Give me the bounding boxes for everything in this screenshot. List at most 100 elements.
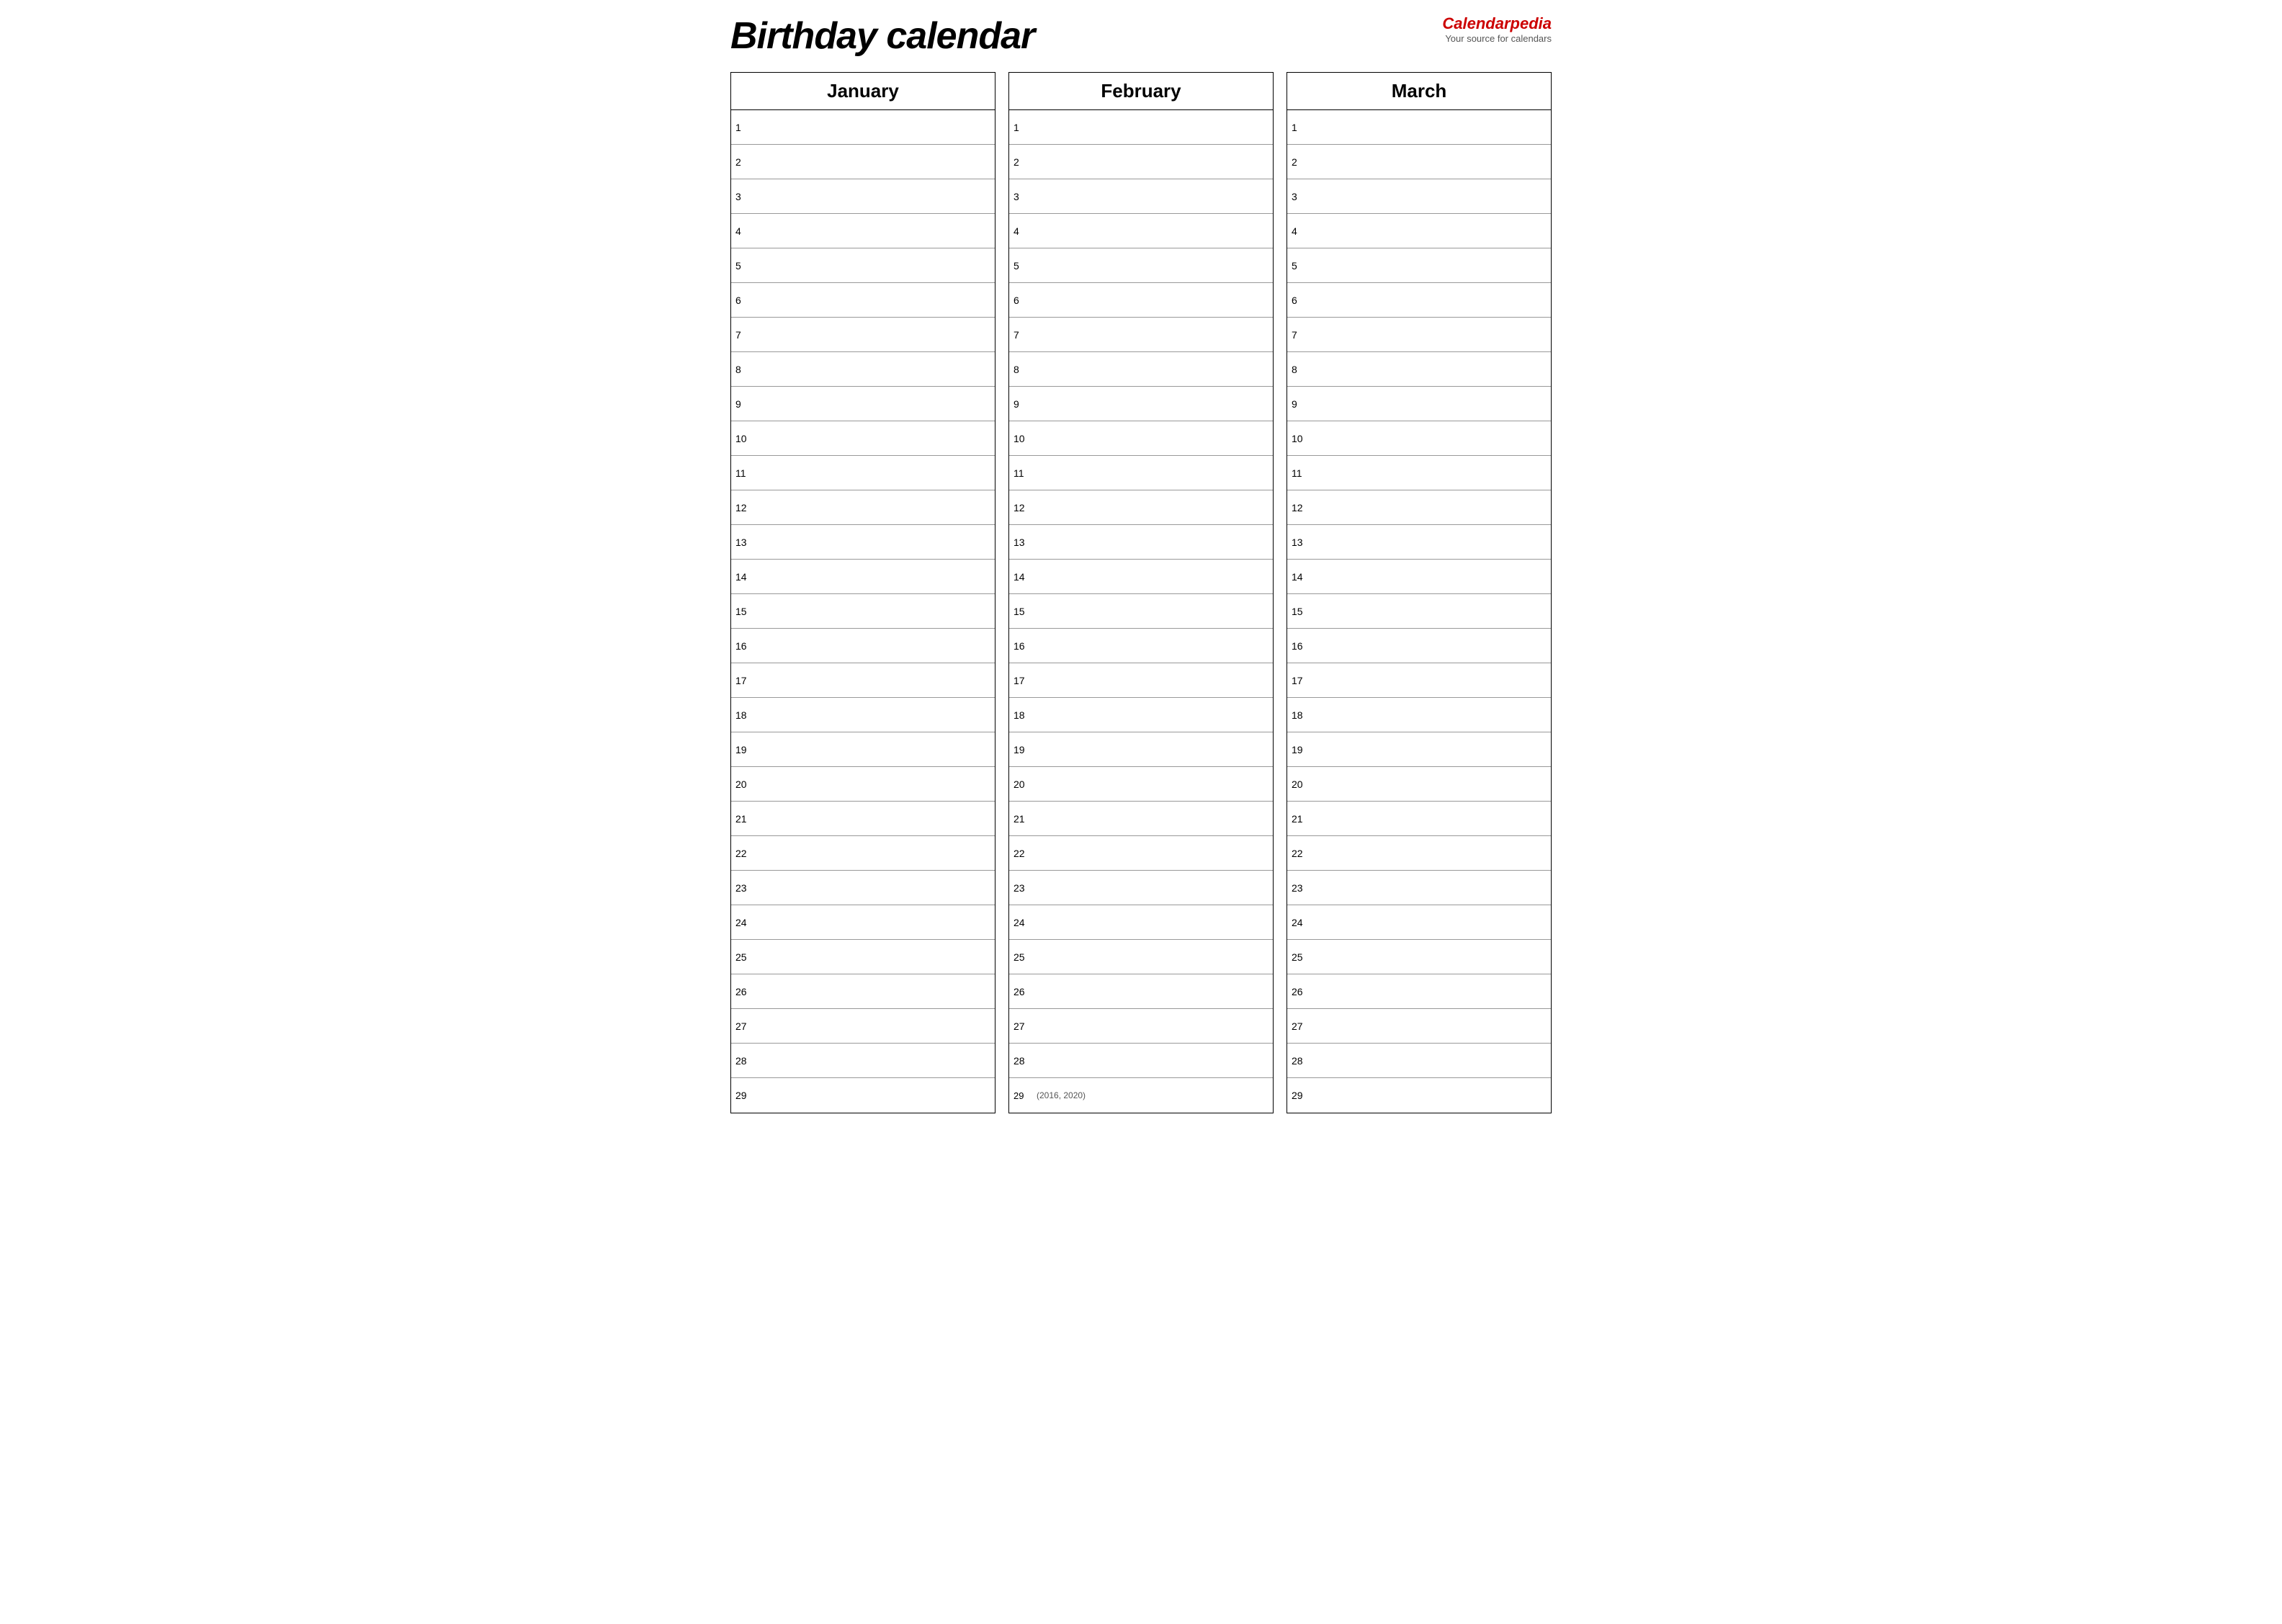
day-number: 15 [1292,606,1313,617]
month-label-february: February [1013,80,1269,102]
day-number: 15 [735,606,757,617]
day-row: 10 [731,421,995,456]
day-number: 18 [1292,709,1313,721]
day-number: 5 [1014,260,1035,272]
calendar-january: January123456789101112131415161718192021… [730,72,995,1113]
day-number: 1 [1014,122,1035,133]
day-number: 16 [735,640,757,652]
day-row: 7 [731,318,995,352]
day-number: 18 [735,709,757,721]
day-number: 28 [735,1055,757,1067]
day-row: 3 [731,179,995,214]
day-number: 28 [1014,1055,1035,1067]
brand-tagline: Your source for calendars [1442,33,1552,44]
day-row: 27 [1009,1009,1273,1044]
day-number: 23 [1014,882,1035,894]
day-number: 22 [1292,848,1313,859]
day-number: 9 [735,398,757,410]
day-row: 24 [1287,905,1551,940]
day-row: 26 [1009,974,1273,1009]
day-number: 1 [735,122,757,133]
day-row: 13 [731,525,995,560]
day-row: 6 [1009,283,1273,318]
day-number: 29 [1014,1090,1035,1101]
month-label-january: January [735,80,991,102]
day-number: 2 [735,156,757,168]
day-row: 16 [731,629,995,663]
day-row: 24 [1009,905,1273,940]
day-number: 10 [1014,433,1035,444]
day-row: 7 [1287,318,1551,352]
day-row: 28 [1009,1044,1273,1078]
day-number: 18 [1014,709,1035,721]
day-row: 11 [731,456,995,490]
brand-logo: Calendarpedia Your source for calendars [1442,14,1552,44]
day-number: 7 [1292,329,1313,341]
day-row: 16 [1287,629,1551,663]
calendar-february: February12345678910111213141516171819202… [1008,72,1274,1113]
day-number: 14 [1014,571,1035,583]
day-row: 4 [1287,214,1551,248]
day-row: 13 [1287,525,1551,560]
day-number: 29 [735,1090,757,1101]
day-number: 12 [735,502,757,513]
day-number: 11 [1292,467,1313,479]
day-number: 26 [1292,986,1313,997]
day-number: 16 [1014,640,1035,652]
day-row: 3 [1287,179,1551,214]
day-number: 22 [1014,848,1035,859]
day-number: 22 [735,848,757,859]
day-row: 9 [1287,387,1551,421]
day-number: 25 [735,951,757,963]
brand-name-part1: Calendar [1442,14,1510,32]
day-row: 12 [1009,490,1273,525]
day-row: 1 [731,110,995,145]
day-row: 1 [1287,110,1551,145]
day-row: 29 [1287,1078,1551,1113]
day-row: 6 [1287,283,1551,318]
day-number: 9 [1014,398,1035,410]
day-number: 9 [1292,398,1313,410]
day-number: 11 [1014,467,1035,479]
day-number: 27 [735,1020,757,1032]
day-row: 25 [1009,940,1273,974]
day-row: 19 [1009,732,1273,767]
day-row: 5 [1009,248,1273,283]
page-header: Birthday calendar Calendarpedia Your sou… [730,14,1552,58]
day-number: 25 [1014,951,1035,963]
day-row: 22 [731,836,995,871]
day-number: 13 [1014,537,1035,548]
day-row: 27 [1287,1009,1551,1044]
day-number: 26 [735,986,757,997]
day-row: 22 [1009,836,1273,871]
day-number: 11 [735,467,757,479]
day-number: 21 [1292,813,1313,825]
day-row: 16 [1009,629,1273,663]
month-header-january: January [731,73,995,110]
day-row: 23 [1287,871,1551,905]
day-row: 15 [1009,594,1273,629]
day-row: 8 [1287,352,1551,387]
day-row: 7 [1009,318,1273,352]
day-number: 27 [1292,1020,1313,1032]
day-row: 20 [1287,767,1551,802]
day-row: 25 [1287,940,1551,974]
day-row: 28 [731,1044,995,1078]
day-number: 7 [735,329,757,341]
day-row: 12 [1287,490,1551,525]
day-number: 8 [1292,364,1313,375]
day-row: 18 [1287,698,1551,732]
day-row: 23 [1009,871,1273,905]
page-title: Birthday calendar [730,14,1034,58]
day-number: 6 [1014,295,1035,306]
day-row: 3 [1009,179,1273,214]
day-number: 3 [1292,191,1313,202]
day-number: 3 [1014,191,1035,202]
day-number: 12 [1014,502,1035,513]
day-row: 14 [731,560,995,594]
month-header-march: March [1287,73,1551,110]
day-number: 1 [1292,122,1313,133]
day-number: 20 [1292,779,1313,790]
brand-name: Calendarpedia [1442,14,1552,33]
day-row: 27 [731,1009,995,1044]
